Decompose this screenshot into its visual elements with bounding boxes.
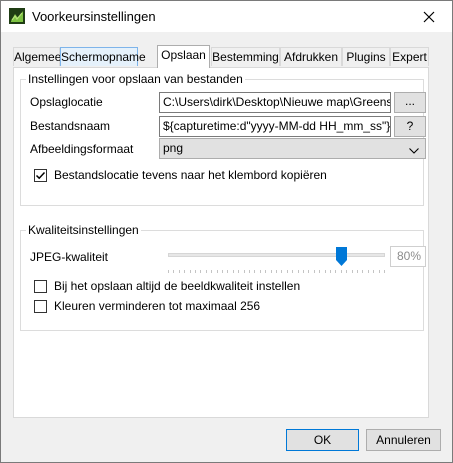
location-input[interactable]: C:\Users\dirk\Desktop\Nieuwe map\Greensh…: [159, 92, 391, 113]
location-label: Opslaglocatie: [30, 95, 103, 109]
copy-path-checkbox[interactable]: [34, 169, 47, 182]
tab-panel-opslaan: Instellingen voor opslaan van bestanden …: [13, 67, 429, 418]
window-title: Voorkeursinstellingen: [32, 9, 156, 24]
ok-button[interactable]: OK: [286, 429, 359, 451]
filename-input[interactable]: ${capturetime:d"yyyy-MM-dd HH_mm_ss"}-${…: [159, 116, 391, 137]
tab-expert[interactable]: Expert: [390, 47, 429, 66]
cancel-button[interactable]: Annuleren: [366, 429, 441, 451]
format-select[interactable]: png: [159, 138, 426, 159]
always-quality-checkbox[interactable]: [34, 280, 47, 293]
reduce-colors-label[interactable]: Kleuren verminderen tot maximaal 256: [54, 299, 260, 313]
copy-path-label[interactable]: Bestandslocatie tevens naar het klembord…: [54, 168, 327, 182]
save-settings-group-title: Instellingen voor opslaan van bestanden: [26, 72, 245, 86]
title-bar[interactable]: Voorkeursinstellingen: [1, 1, 452, 32]
tab-plugins[interactable]: Plugins: [342, 47, 390, 66]
preferences-window: Voorkeursinstellingen Algemeen Schermopn…: [0, 0, 453, 463]
filename-label: Bestandsnaam: [30, 119, 111, 133]
format-label: Afbeeldingsformaat: [30, 142, 134, 156]
quality-settings-group-title: Kwaliteitsinstellingen: [26, 223, 141, 237]
browse-button[interactable]: ...: [394, 92, 426, 113]
checkmark-icon: [35, 171, 46, 180]
tab-algemeen[interactable]: Algemeen: [13, 47, 68, 66]
always-quality-label[interactable]: Bij het opslaan altijd de beeldkwaliteit…: [54, 279, 300, 293]
close-button[interactable]: [406, 1, 452, 32]
tab-schermopname[interactable]: Schermopname: [60, 47, 146, 66]
jpeg-quality-slider-thumb[interactable]: [336, 247, 348, 266]
reduce-colors-checkbox[interactable]: [34, 300, 47, 313]
chevron-down-icon: [409, 143, 419, 157]
save-settings-group: Instellingen voor opslaan van bestanden …: [20, 72, 426, 206]
jpeg-quality-label: JPEG-kwaliteit: [30, 250, 109, 264]
format-select-value: png: [163, 141, 184, 155]
help-button[interactable]: ?: [394, 116, 426, 137]
jpeg-quality-slider-track[interactable]: [168, 253, 385, 257]
quality-settings-group: Kwaliteitsinstellingen JPEG-kwaliteit 80…: [20, 223, 426, 331]
tab-afdrukken[interactable]: Afdrukken: [280, 47, 342, 66]
tab-bestemming[interactable]: Bestemming: [211, 47, 280, 66]
jpeg-quality-slider-ticks: [168, 263, 385, 273]
jpeg-quality-value-field: 80%: [390, 246, 426, 267]
greenshot-app-icon: [9, 8, 25, 24]
close-icon: [423, 11, 435, 22]
tab-opslaan[interactable]: Opslaan: [157, 45, 210, 68]
